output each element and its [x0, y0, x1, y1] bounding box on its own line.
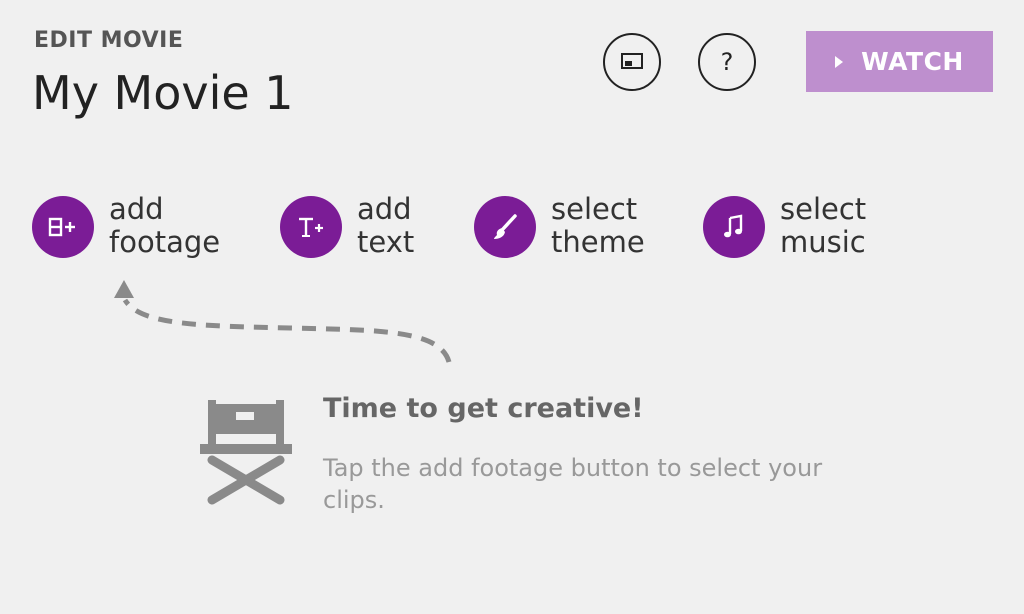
add-text-button[interactable]: add text [280, 193, 497, 259]
add-footage-icon [32, 196, 94, 258]
select-theme-label: select theme [551, 192, 645, 259]
empty-state-title: Time to get creative! [323, 393, 644, 424]
section-label: EDIT MOVIE [34, 28, 184, 53]
movie-title[interactable]: My Movie 1 [32, 66, 294, 120]
help-icon: ? [720, 48, 734, 76]
add-footage-label: add footage [109, 192, 221, 259]
music-note-icon [703, 196, 765, 258]
edit-movie-page: EDIT MOVIE My Movie 1 ? WATCH add footag… [0, 0, 1024, 614]
watch-button[interactable]: WATCH [806, 31, 993, 92]
arrow-head-icon [114, 280, 134, 298]
empty-state-subtitle: Tap the add footage button to select you… [323, 454, 823, 514]
directors-chair-icon [200, 400, 292, 505]
paintbrush-icon [474, 196, 536, 258]
add-text-icon [280, 196, 342, 258]
select-music-label: select music [780, 192, 867, 259]
watch-label: WATCH [861, 47, 964, 76]
add-footage-button[interactable]: add footage [32, 193, 249, 259]
cast-button[interactable] [603, 33, 661, 91]
select-theme-button[interactable]: select theme [474, 193, 691, 259]
select-music-button[interactable]: select music [703, 193, 920, 259]
help-button[interactable]: ? [698, 33, 756, 91]
play-icon [835, 55, 844, 68]
cast-screen-icon [621, 53, 643, 69]
